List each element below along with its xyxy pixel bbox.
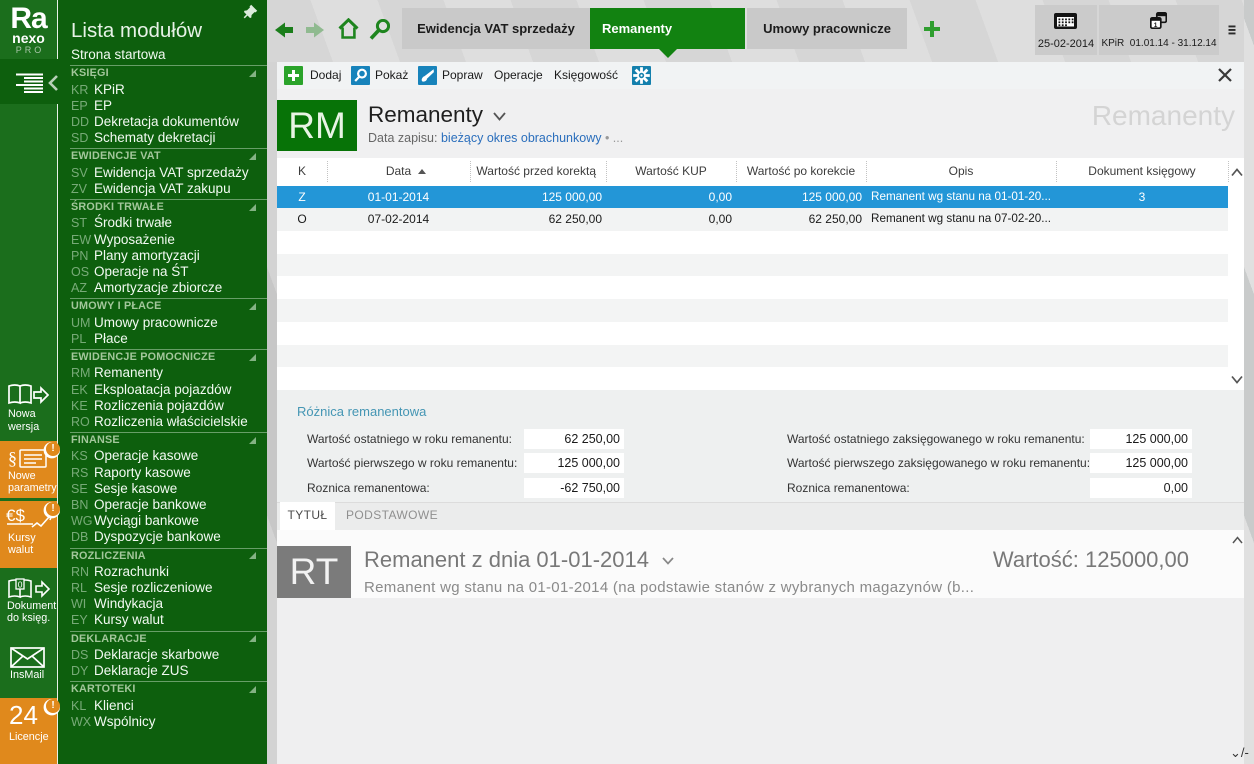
- svg-text:0: 0: [18, 580, 23, 590]
- svg-text:€$: €$: [6, 506, 25, 525]
- svg-text:§: §: [8, 448, 17, 468]
- svg-text:1: 1: [1154, 22, 1158, 29]
